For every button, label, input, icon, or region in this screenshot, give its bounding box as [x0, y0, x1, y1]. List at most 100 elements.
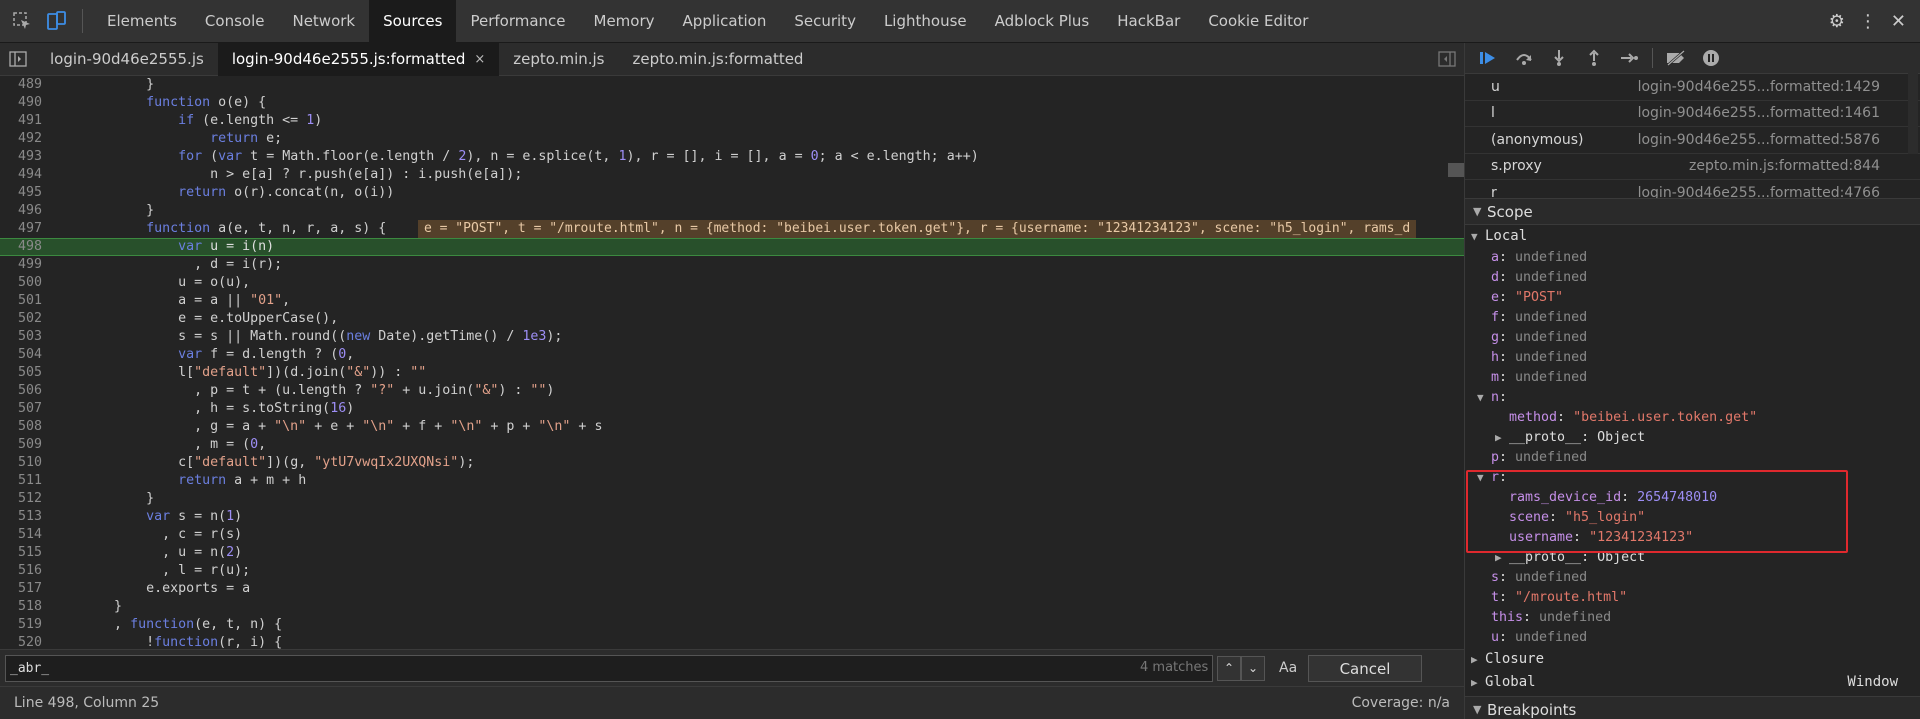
line-number[interactable]: 508: [0, 418, 50, 436]
line-number[interactable]: 501: [0, 292, 50, 310]
line-number[interactable]: 502: [0, 310, 50, 328]
pause-on-exceptions-icon[interactable]: [1699, 47, 1723, 69]
step-into-icon[interactable]: [1547, 47, 1571, 69]
scope-variable[interactable]: p: undefined: [1465, 448, 1920, 468]
line-number[interactable]: 493: [0, 148, 50, 166]
search-input[interactable]: [5, 654, 1213, 682]
collapsed-triangle-icon[interactable]: ▶: [1495, 548, 1509, 568]
tab-adblock-plus[interactable]: Adblock Plus: [981, 0, 1104, 43]
scope-variable[interactable]: method: "beibei.user.token.get": [1465, 408, 1920, 428]
line-number[interactable]: 503: [0, 328, 50, 346]
scope-local-header[interactable]: ▼ Local: [1465, 225, 1920, 248]
line-number[interactable]: 516: [0, 562, 50, 580]
tab-elements[interactable]: Elements: [93, 0, 191, 43]
scope-variable[interactable]: s: undefined: [1465, 568, 1920, 588]
line-number[interactable]: 494: [0, 166, 50, 184]
line-number[interactable]: 515: [0, 544, 50, 562]
scope-variable[interactable]: ▶ __proto__: Object: [1465, 548, 1920, 568]
search-next-button[interactable]: ⌄: [1241, 655, 1265, 681]
file-tab[interactable]: login-90d46e2555.js: [36, 43, 218, 76]
line-number[interactable]: 507: [0, 400, 50, 418]
call-frame[interactable]: u login-90d46e255...formatted:1429: [1465, 74, 1920, 101]
line-number[interactable]: 491: [0, 112, 50, 130]
tab-hackbar[interactable]: HackBar: [1103, 0, 1194, 43]
tab-network[interactable]: Network: [278, 0, 369, 43]
search-previous-button[interactable]: ⌃: [1217, 655, 1241, 681]
tab-console[interactable]: Console: [191, 0, 279, 43]
scope-variable[interactable]: scene: "h5_login": [1465, 508, 1920, 528]
breakpoints-header[interactable]: ▼ Breakpoints: [1465, 696, 1920, 719]
line-number[interactable]: 510: [0, 454, 50, 472]
call-frame[interactable]: r login-90d46e255...formatted:4766: [1465, 180, 1920, 198]
scope-variable[interactable]: f: undefined: [1465, 308, 1920, 328]
search-cancel-button[interactable]: Cancel: [1308, 655, 1422, 682]
line-number[interactable]: 504: [0, 346, 50, 364]
scope-variable[interactable]: ▼ n:: [1465, 388, 1920, 408]
line-number[interactable]: 499: [0, 256, 50, 274]
file-tab[interactable]: login-90d46e2555.js:formatted ×: [217, 42, 500, 76]
close-tab-icon[interactable]: ×: [474, 52, 485, 67]
line-number[interactable]: 518: [0, 598, 50, 616]
scope-variable[interactable]: g: undefined: [1465, 328, 1920, 348]
line-number[interactable]: 517: [0, 580, 50, 598]
line-number[interactable]: 495: [0, 184, 50, 202]
tab-performance[interactable]: Performance: [456, 0, 579, 43]
file-tab[interactable]: zepto.min.js:formatted: [619, 43, 818, 76]
scope-variable[interactable]: t: "/mroute.html": [1465, 588, 1920, 608]
file-tab[interactable]: zepto.min.js: [499, 43, 618, 76]
tab-lighthouse[interactable]: Lighthouse: [870, 0, 981, 43]
more-options-icon[interactable]: ⋮: [1859, 11, 1877, 32]
scope-variable[interactable]: rams_device_id: 2654748010: [1465, 488, 1920, 508]
call-frame[interactable]: (anonymous) login-90d46e255...formatted:5…: [1465, 127, 1920, 154]
line-number[interactable]: 500: [0, 274, 50, 292]
scope-variable[interactable]: h: undefined: [1465, 348, 1920, 368]
scope-variable[interactable]: this: undefined: [1465, 608, 1920, 628]
scope-variable[interactable]: m: undefined: [1465, 368, 1920, 388]
scope-variable[interactable]: username: "12341234123": [1465, 528, 1920, 548]
scope-variable[interactable]: u: undefined: [1465, 628, 1920, 648]
line-number[interactable]: 511: [0, 472, 50, 490]
device-toolbar-icon[interactable]: [44, 9, 68, 33]
tab-security[interactable]: Security: [780, 0, 870, 43]
coverage-status[interactable]: Coverage: n/a: [1352, 695, 1450, 711]
tab-memory[interactable]: Memory: [580, 0, 669, 43]
close-devtools-icon[interactable]: ✕: [1891, 11, 1906, 32]
expand-triangle-icon[interactable]: ▼: [1477, 468, 1491, 488]
toggle-debugger-sidebar-icon[interactable]: [1438, 51, 1456, 71]
scope-variable[interactable]: e: "POST": [1465, 288, 1920, 308]
collapsed-triangle-icon[interactable]: ▶: [1495, 428, 1509, 448]
match-case-toggle[interactable]: Aa: [1279, 660, 1297, 676]
resume-icon[interactable]: [1477, 47, 1501, 69]
line-number[interactable]: 497: [0, 220, 50, 238]
settings-gear-icon[interactable]: ⚙: [1829, 11, 1845, 32]
line-number[interactable]: 492: [0, 130, 50, 148]
step-out-icon[interactable]: [1582, 47, 1606, 69]
inspect-element-icon[interactable]: [10, 9, 34, 33]
line-number[interactable]: 505: [0, 364, 50, 382]
line-number[interactable]: 512: [0, 490, 50, 508]
line-number[interactable]: 496: [0, 202, 50, 220]
tab-sources[interactable]: Sources: [369, 0, 457, 43]
line-number[interactable]: 498: [0, 239, 50, 255]
scope-closure-header[interactable]: ▶ Closure: [1465, 648, 1920, 671]
call-stack-scrollbar[interactable]: [1908, 44, 1918, 154]
line-number[interactable]: 520: [0, 634, 50, 649]
code-editor[interactable]: 489 } 490 function o(e) {491 if (e.length…: [0, 76, 1464, 649]
scope-variable[interactable]: ▼ r:: [1465, 468, 1920, 488]
scope-header[interactable]: ▼ Scope: [1465, 198, 1920, 225]
line-number[interactable]: 519: [0, 616, 50, 634]
toggle-navigator-icon[interactable]: [0, 51, 36, 67]
line-number[interactable]: 514: [0, 526, 50, 544]
scope-variable[interactable]: ▶ __proto__: Object: [1465, 428, 1920, 448]
line-number[interactable]: 506: [0, 382, 50, 400]
line-number[interactable]: 490: [0, 94, 50, 112]
line-number[interactable]: 489: [0, 76, 50, 94]
tab-application[interactable]: Application: [669, 0, 781, 43]
call-frame[interactable]: l login-90d46e255...formatted:1461: [1465, 101, 1920, 127]
line-number[interactable]: 513: [0, 508, 50, 526]
tab-cookie-editor[interactable]: Cookie Editor: [1194, 0, 1322, 43]
scope-variable[interactable]: d: undefined: [1465, 268, 1920, 288]
line-number[interactable]: 509: [0, 436, 50, 454]
expand-triangle-icon[interactable]: ▼: [1477, 388, 1491, 408]
call-frame[interactable]: s.proxy zepto.min.js:formatted:844: [1465, 154, 1920, 180]
